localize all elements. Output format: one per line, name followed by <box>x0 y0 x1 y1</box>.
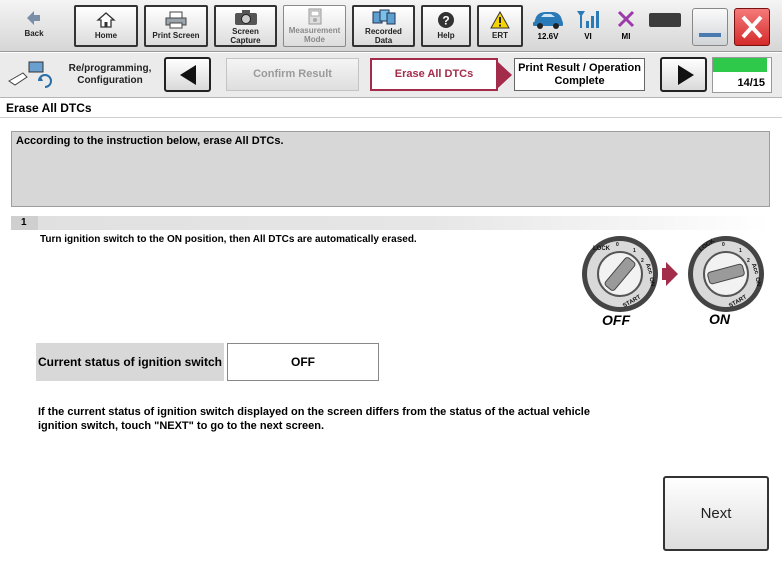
home-label: Home <box>94 31 118 40</box>
toolbar: Back Home Print Screen Screen Capture Me… <box>0 0 782 52</box>
ert-button[interactable]: ERT <box>477 5 523 47</box>
ert-label: ERT <box>492 31 508 40</box>
off-caption: OFF <box>602 312 630 328</box>
warning-icon <box>479 7 521 31</box>
measurement-mode-label: Measurement Mode <box>288 26 341 44</box>
recorded-data-label: Recorded Data <box>365 27 402 45</box>
progress-text: 14/15 <box>737 77 765 89</box>
svg-text:LOCK: LOCK <box>593 246 611 252</box>
back-button[interactable]: Back <box>4 5 64 47</box>
step-bar: Re/programming, Configuration Confirm Re… <box>0 53 782 98</box>
close-icon <box>739 13 765 46</box>
back-arrow-icon <box>4 5 64 29</box>
print-screen-label: Print Screen <box>152 31 200 40</box>
svg-text:?: ? <box>442 14 449 28</box>
off-dial-1: 1 <box>633 248 636 254</box>
ignition-status-value: OFF <box>227 343 379 381</box>
on-caption: ON <box>709 311 730 327</box>
home-icon <box>76 7 136 31</box>
minimize-icon <box>699 33 721 37</box>
on-dial-1: 1 <box>739 248 742 254</box>
mi-status: MI <box>606 8 646 46</box>
signal-icon <box>568 8 608 32</box>
battery-status: 12.6V <box>528 8 568 46</box>
screen-capture-label: Screen Capture <box>230 27 261 45</box>
status-indicator <box>649 13 681 27</box>
print-screen-button[interactable]: Print Screen <box>144 5 208 47</box>
off-dial-lock: LOCK <box>593 246 611 252</box>
help-label: Help <box>437 31 455 40</box>
page-title: Erase All DTCs <box>6 101 92 115</box>
instruction-box: According to the instruction below, eras… <box>11 131 770 207</box>
vi-status: VI <box>568 8 608 46</box>
step-number: 1 <box>11 216 38 230</box>
help-icon: ? <box>423 7 469 31</box>
triangle-left-icon <box>178 64 198 91</box>
meter-icon <box>284 6 345 26</box>
divider <box>0 117 782 118</box>
recorded-data-icon <box>354 7 413 27</box>
recorded-data-button[interactable]: Recorded Data <box>352 5 415 47</box>
battery-voltage: 12.6V <box>537 32 559 41</box>
minimize-button[interactable] <box>692 8 728 46</box>
measurement-mode-button[interactable]: Measurement Mode <box>283 5 346 47</box>
step-confirm-result: Confirm Result <box>226 58 359 91</box>
step-erase-all-dtcs: Erase All DTCs <box>370 58 498 91</box>
progress-indicator: 14/15 <box>712 57 772 93</box>
car-icon <box>528 8 568 32</box>
vi-label: VI <box>584 32 592 41</box>
close-button[interactable] <box>734 8 770 46</box>
category-label: Re/programming, Configuration <box>68 63 152 86</box>
instruction-text: According to the instruction below, eras… <box>16 135 284 147</box>
off-dial-2: 2 <box>641 258 644 264</box>
x-mark-icon <box>606 8 646 32</box>
help-button[interactable]: ? Help <box>421 5 471 47</box>
forward-button[interactable] <box>660 57 707 92</box>
screen-capture-button[interactable]: Screen Capture <box>214 5 277 47</box>
ignition-switch-graphic: LOCK 0 1 2 Acc ON START LOCK 0 1 2 Acc O… <box>578 232 768 332</box>
progress-bar <box>713 58 767 72</box>
on-dial-2: 2 <box>747 258 750 264</box>
step-arrow-indicator <box>498 62 512 88</box>
printer-icon <box>146 7 206 31</box>
mi-label: MI <box>621 32 631 41</box>
step-strip <box>11 216 770 230</box>
triangle-right-icon <box>676 64 696 91</box>
step-text: Turn ignition switch to the ON position,… <box>40 234 417 245</box>
back-label: Back <box>24 29 44 38</box>
previous-button[interactable] <box>164 57 211 92</box>
next-button[interactable]: Next <box>663 476 769 551</box>
camera-icon <box>216 7 275 27</box>
off-dial-0: 0 <box>616 242 619 248</box>
ignition-status-label: Current status of ignition switch <box>36 343 224 381</box>
on-dial-0: 0 <box>722 242 725 248</box>
note-text: If the current status of ignition switch… <box>38 406 590 432</box>
home-button[interactable]: Home <box>74 5 138 47</box>
wrench-icon <box>5 59 53 96</box>
step-print-result: Print Result / Operation Complete <box>514 58 645 91</box>
